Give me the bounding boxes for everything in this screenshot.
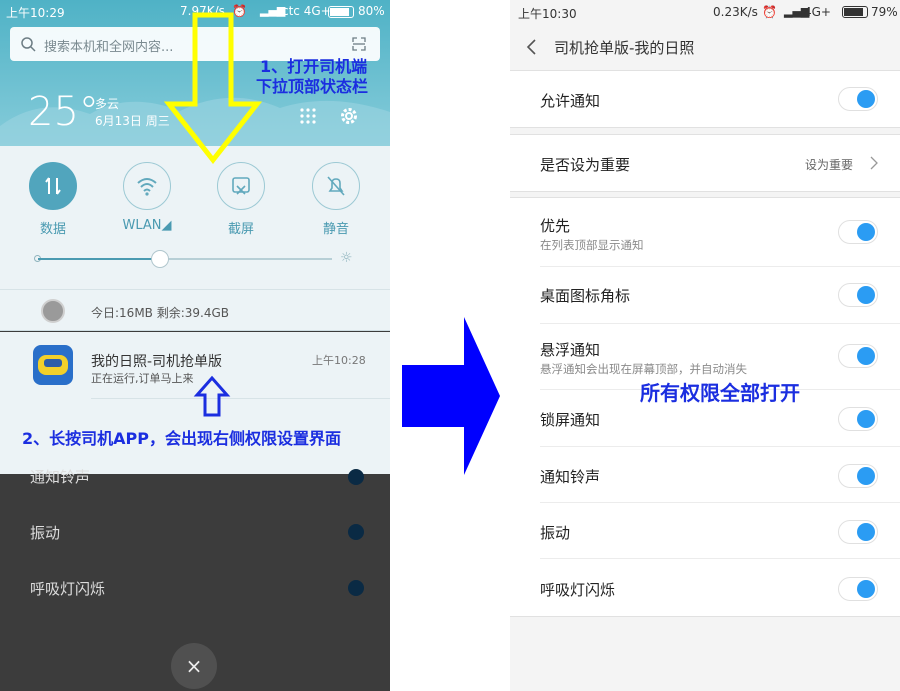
down-arrow-annotation bbox=[163, 12, 263, 164]
close-shade-button[interactable]: × bbox=[171, 643, 217, 689]
floating-toggle[interactable] bbox=[838, 344, 878, 368]
mute-toggle-button[interactable] bbox=[312, 162, 360, 210]
importance-label: 是否设为重要 bbox=[540, 156, 631, 174]
status-battery: 80% bbox=[358, 4, 385, 18]
wlan-toggle-button[interactable] bbox=[123, 162, 171, 210]
importance-value: 设为重要 bbox=[805, 158, 854, 172]
notification-time: 上午10:28 bbox=[312, 354, 366, 367]
app-logo-icon bbox=[33, 345, 73, 385]
dim-toggle-ringtone bbox=[348, 469, 364, 485]
data-toggle-button[interactable] bbox=[29, 162, 77, 210]
notification-subtitle: 正在运行,订单马上来 bbox=[91, 372, 194, 385]
search-placeholder: 搜索本机和全网内容... bbox=[44, 40, 174, 55]
mute-icon bbox=[327, 176, 345, 196]
annotation-step1-line2: 下拉顶部状态栏 bbox=[256, 77, 369, 96]
quick-label-wlan: WLAN◢ bbox=[122, 218, 172, 233]
quick-label-data: 数据 bbox=[39, 222, 66, 237]
wifi-icon bbox=[137, 178, 157, 196]
allow-notifications-toggle[interactable] bbox=[838, 87, 878, 111]
breathing-light-toggle[interactable] bbox=[838, 577, 878, 601]
quick-settings-panel: 数据 WLAN◢ 截屏 静音 ☼ bbox=[0, 146, 390, 289]
storage-circle-icon bbox=[41, 299, 65, 323]
scan-icon[interactable] bbox=[352, 37, 366, 51]
alarm-icon-right: ⏰ bbox=[762, 5, 777, 19]
ringtone-toggle[interactable] bbox=[838, 464, 878, 488]
weather-condition: 多云 bbox=[95, 97, 120, 111]
dim-toggle-breathing-light bbox=[348, 580, 364, 596]
back-arrow-icon[interactable] bbox=[526, 38, 538, 56]
annotation-step3: 所有权限全部打开 bbox=[640, 381, 800, 405]
allow-notifications-label: 允许通知 bbox=[540, 92, 601, 110]
quick-label-screenshot: 截屏 bbox=[227, 222, 254, 237]
quick-label-mute: 静音 bbox=[322, 222, 349, 237]
dim-row-vibrate: 振动 bbox=[30, 524, 61, 542]
badge-toggle[interactable] bbox=[838, 283, 878, 307]
screenshot-icon bbox=[232, 177, 250, 195]
settings-gear-icon[interactable] bbox=[339, 106, 359, 126]
brightness-high-icon: ☼ bbox=[340, 250, 353, 266]
divider bbox=[540, 323, 900, 324]
brightness-fill bbox=[38, 258, 160, 260]
divider bbox=[540, 502, 900, 503]
brightness-slider-handle[interactable] bbox=[151, 250, 169, 268]
setting-label-badge: 桌面图标角标 bbox=[540, 287, 631, 305]
status-time-right: 上午10:30 bbox=[518, 7, 577, 21]
setting-label-breathing-light: 呼吸灯闪烁 bbox=[540, 581, 616, 599]
setting-sub-priority: 在列表顶部显示通知 bbox=[540, 238, 644, 252]
notification-divider bbox=[91, 398, 390, 399]
battery-icon bbox=[328, 6, 354, 18]
setting-label-floating: 悬浮通知 bbox=[540, 341, 601, 359]
lockscreen-toggle[interactable] bbox=[838, 407, 878, 431]
importance-card[interactable]: 是否设为重要 设为重要 bbox=[510, 134, 900, 192]
left-phone-screen: 上午10:29 7.97K/s ⏰ ▂▄▆ ctc 4G+ 80% 搜索本机和全… bbox=[0, 0, 390, 691]
weather-temperature: 25° bbox=[28, 89, 99, 135]
setting-label-lockscreen: 锁屏通知 bbox=[540, 411, 601, 429]
notification-settings-card: 优先 在列表顶部显示通知 桌面图标角标 悬浮通知 悬浮通知会出现在屏幕顶部，并自… bbox=[510, 197, 900, 617]
screenshot-button[interactable] bbox=[217, 162, 265, 210]
status-time: 上午10:29 bbox=[6, 6, 65, 20]
apps-grid-icon[interactable] bbox=[300, 108, 316, 124]
setting-sub-floating: 悬浮通知会出现在屏幕顶部，并自动消失 bbox=[540, 362, 747, 376]
chevron-right-icon bbox=[870, 156, 878, 170]
data-icon bbox=[45, 177, 61, 195]
battery-icon-right bbox=[842, 6, 868, 18]
notification-title: 我的日照-司机抢单版 bbox=[91, 354, 223, 370]
status-bar-right: 上午10:30 0.23K/s ⏰ ▂▄▆ 4G+ 79% bbox=[510, 0, 900, 24]
divider bbox=[540, 266, 900, 267]
title-bar: 司机抢单版-我的日照 bbox=[510, 24, 900, 70]
setting-label-priority: 优先 bbox=[540, 217, 571, 235]
annotation-step1-line1: 1、打开司机端 bbox=[260, 57, 368, 76]
status-battery-right: 79% bbox=[871, 5, 898, 19]
annotation-step2: 2、长按司机APP，会出现右侧权限设置界面 bbox=[22, 429, 341, 448]
weather-date: 6月13日 周三 bbox=[95, 114, 170, 128]
divider bbox=[540, 446, 900, 447]
page-title: 司机抢单版-我的日照 bbox=[554, 39, 695, 57]
dim-toggle-vibrate bbox=[348, 524, 364, 540]
status-carrier: ctc 4G+ bbox=[282, 4, 331, 18]
dim-row-ringtone: 通知铃声 bbox=[30, 468, 91, 486]
status-carrier-right: 4G+ bbox=[804, 5, 831, 19]
setting-label-vibrate: 振动 bbox=[540, 524, 571, 542]
allow-notifications-card: 允许通知 bbox=[510, 70, 900, 128]
priority-toggle[interactable] bbox=[838, 220, 878, 244]
vibrate-toggle[interactable] bbox=[838, 520, 878, 544]
storage-usage-row: 今日:16MB 剩余:39.4GB bbox=[0, 289, 390, 331]
search-icon bbox=[21, 37, 36, 52]
divider bbox=[540, 558, 900, 559]
dim-row-breathing-light: 呼吸灯闪烁 bbox=[30, 580, 106, 598]
up-arrow-annotation bbox=[193, 375, 231, 417]
status-speed-right: 0.23K/s bbox=[713, 5, 758, 19]
storage-text: 今日:16MB 剩余:39.4GB bbox=[91, 306, 230, 320]
setting-label-ringtone: 通知铃声 bbox=[540, 468, 601, 486]
transition-arrow-icon bbox=[402, 317, 500, 475]
right-phone-screen: 上午10:30 0.23K/s ⏰ ▂▄▆ 4G+ 79% 司机抢单版-我的日照… bbox=[510, 0, 900, 691]
